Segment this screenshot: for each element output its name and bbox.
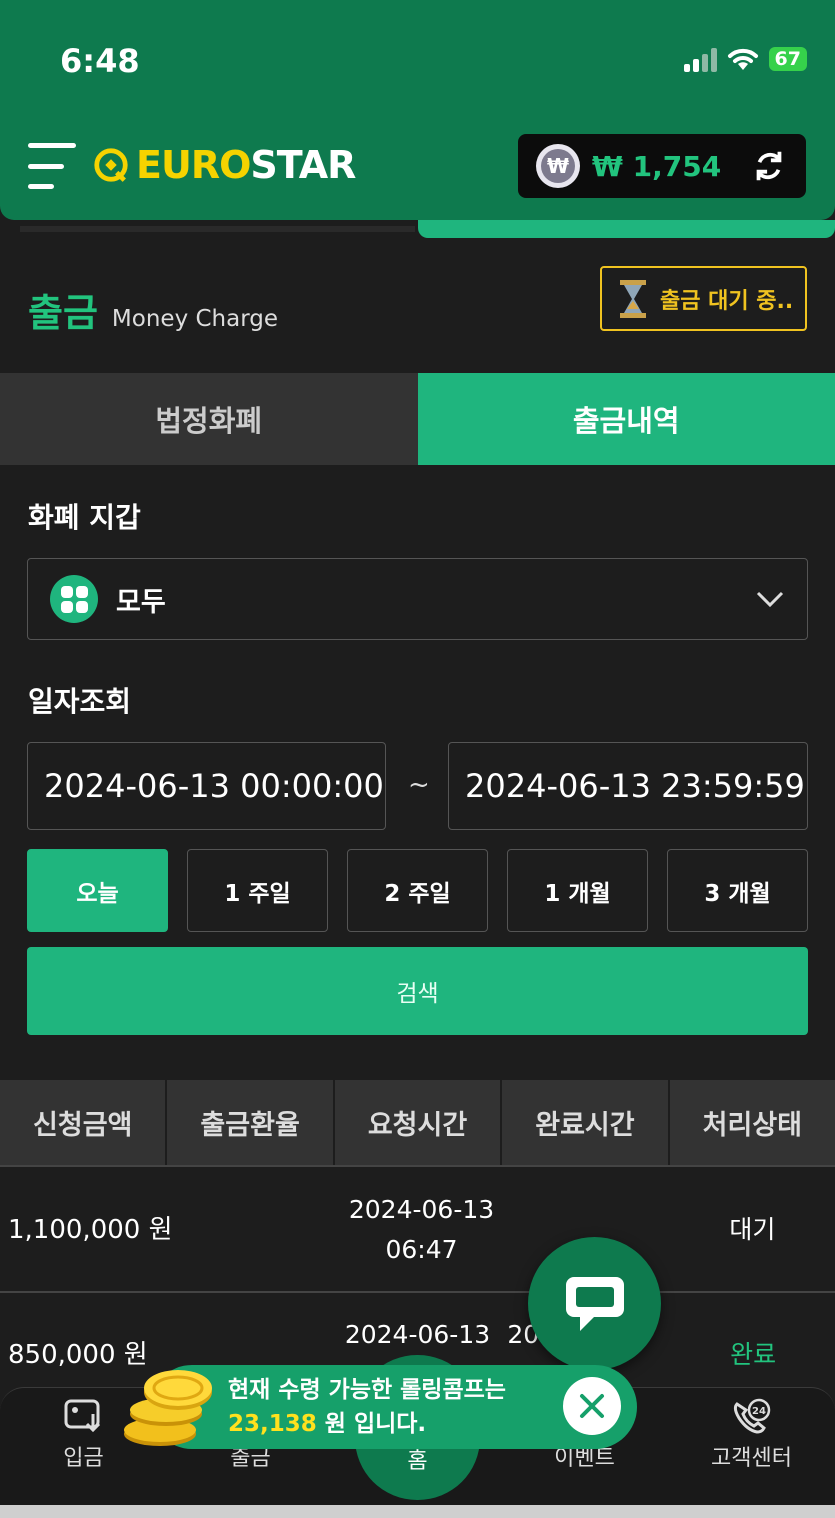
date-separator: ~ bbox=[408, 770, 430, 800]
wifi-icon bbox=[727, 48, 758, 70]
end-date-input[interactable]: 2024-06-13 23:59:59 bbox=[448, 742, 808, 830]
date-filter-label: 일자조회 bbox=[28, 685, 132, 718]
range-1-month-button[interactable]: 1 개월 bbox=[507, 849, 648, 932]
range-today-button[interactable]: 오늘 bbox=[27, 849, 168, 932]
wallet-select[interactable]: 모두 bbox=[27, 558, 808, 640]
tab-bar: 법정화폐 출금내역 bbox=[0, 373, 835, 465]
chat-button[interactable] bbox=[528, 1237, 661, 1370]
request-time-cell: 2024-06-13 06:47 bbox=[348, 1195, 495, 1264]
deposit-icon bbox=[64, 1399, 100, 1433]
header-indicator bbox=[0, 220, 835, 238]
logo-text-star: STAR bbox=[250, 143, 356, 187]
page-subtitle: Money Charge bbox=[111, 306, 279, 332]
wallet-select-value: 모두 bbox=[116, 586, 166, 618]
signal-icon bbox=[683, 46, 717, 72]
tab-fiat[interactable]: 법정화폐 bbox=[0, 373, 418, 465]
table-row[interactable]: 1,100,000 원 2024-06-13 06:47 대기 bbox=[0, 1169, 835, 1293]
page-title: 출금 Money Charge bbox=[28, 282, 278, 337]
hamburger-menu-icon[interactable] bbox=[28, 143, 76, 189]
range-3-months-button[interactable]: 3 개월 bbox=[667, 849, 808, 932]
toast-close-button[interactable] bbox=[563, 1377, 621, 1435]
chat-bubble-icon bbox=[565, 1276, 624, 1331]
won-coin-icon: ₩ bbox=[536, 144, 580, 188]
logo-text-euro: EURO bbox=[136, 143, 251, 187]
refresh-icon[interactable] bbox=[750, 147, 788, 185]
column-header: 출금환율 bbox=[167, 1080, 335, 1165]
wallet-amount: ₩ 1,754 bbox=[592, 149, 722, 183]
column-header: 요청시간 bbox=[335, 1080, 503, 1165]
logo-mark-icon bbox=[94, 148, 128, 182]
range-1-week-button[interactable]: 1 주일 bbox=[187, 849, 328, 932]
eurostar-logo[interactable]: EURO STAR bbox=[92, 143, 356, 187]
toast-message: 현재 수령 가능한 롤링콤프는 23,138 원 입니다. bbox=[228, 1377, 506, 1437]
status-cell: 대기 bbox=[729, 1215, 776, 1244]
column-header: 처리상태 bbox=[702, 1110, 803, 1141]
amount-cell: 1,100,000 원 bbox=[8, 1215, 173, 1245]
chevron-down-icon bbox=[756, 591, 784, 608]
grid-icon bbox=[50, 575, 98, 623]
status-icons: 67 bbox=[683, 46, 807, 72]
wallet-balance[interactable]: ₩ ₩ 1,754 bbox=[518, 134, 806, 198]
search-button[interactable]: 검색 bbox=[27, 947, 808, 1035]
withdraw-pending-button[interactable]: 출금 대기 중.. bbox=[600, 266, 807, 331]
app-header: 6:48 67 EURO STAR ₩ ₩ 1,754 bbox=[0, 0, 835, 220]
column-header: 신청금액 bbox=[0, 1080, 168, 1165]
rate-cell bbox=[173, 1169, 338, 1291]
range-2-weeks-button[interactable]: 2 주일 bbox=[347, 849, 488, 932]
column-header: 완료시간 bbox=[502, 1080, 670, 1165]
pending-label: 출금 대기 중.. bbox=[660, 288, 794, 314]
app-screen: 6:48 67 EURO STAR ₩ ₩ 1,754 출금 Money Char… bbox=[0, 0, 835, 1518]
table-header: 신청금액 출금환율 요청시간 완료시간 처리상태 bbox=[0, 1080, 835, 1167]
start-date-input[interactable]: 2024-06-13 00:00:00 bbox=[27, 742, 386, 830]
svg-text:24: 24 bbox=[752, 1406, 766, 1417]
page-title-korean: 출금 bbox=[28, 291, 98, 335]
nav-support[interactable]: 24 고객센터 bbox=[668, 1398, 835, 1472]
wallet-filter-label: 화폐 지갑 bbox=[28, 501, 141, 534]
tab-withdraw-history[interactable]: 출금내역 bbox=[417, 373, 835, 465]
hourglass-icon bbox=[620, 279, 646, 318]
status-time: 6:48 bbox=[60, 42, 140, 80]
battery-indicator: 67 bbox=[768, 47, 807, 71]
support-24-icon: 24 bbox=[733, 1398, 770, 1434]
close-icon bbox=[580, 1394, 604, 1418]
home-indicator-strip bbox=[0, 1505, 835, 1518]
gold-coins-icon bbox=[124, 1370, 212, 1446]
